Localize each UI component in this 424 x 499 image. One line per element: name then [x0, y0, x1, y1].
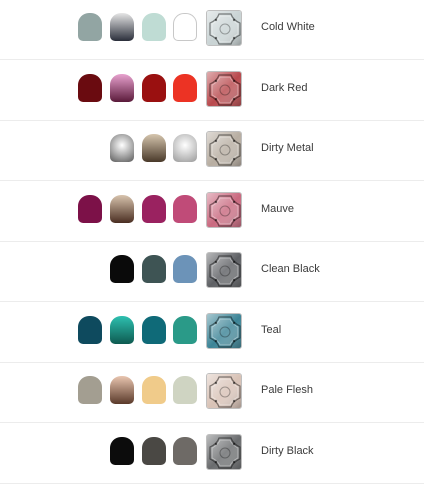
paint-pot-icon: [110, 134, 134, 162]
paint-pot-icon: [173, 316, 197, 344]
scheme-row-cold-white[interactable]: Cold White: [0, 0, 424, 60]
paint-pot-icon: [110, 255, 134, 283]
scheme-name: Dirty Black: [261, 445, 314, 457]
base-preview-thumbnail: [206, 373, 242, 409]
base-preview-thumbnail: [206, 192, 242, 228]
paint-pot-icon: [78, 316, 102, 344]
paint-pot-icon: [110, 376, 134, 404]
paint-pot-icon: [142, 134, 166, 162]
scheme-name: Clean Black: [261, 263, 320, 275]
scheme-row-mauve[interactable]: Mauve: [0, 182, 424, 242]
scheme-name: Teal: [261, 324, 282, 336]
paint-pot-icon: [142, 13, 166, 41]
scheme-name: Mauve: [261, 203, 295, 215]
paint-pot-icon: [142, 74, 166, 102]
paint-pot-icon: [110, 316, 134, 344]
paint-pot-icon: [110, 74, 134, 102]
paint-pot-icon: [78, 195, 102, 223]
base-preview-thumbnail: [206, 313, 242, 349]
scheme-row-teal[interactable]: Teal: [0, 303, 424, 363]
paint-pot-icon: [173, 376, 197, 404]
paint-pot-icon: [78, 13, 102, 41]
paint-pot-icon: [173, 195, 197, 223]
paint-pot-icon: [110, 195, 134, 223]
paint-scheme-list: Cold White Dark Red Dirty Metal Mauve Cl…: [0, 0, 424, 499]
paint-pot-icon: [142, 255, 166, 283]
scheme-name: Cold White: [261, 21, 315, 33]
paint-pot-icon: [173, 13, 197, 41]
scheme-name: Dirty Metal: [261, 142, 314, 154]
paint-pot-icon: [78, 376, 102, 404]
paint-pot-icon: [173, 437, 197, 465]
paint-pot-icon: [173, 134, 197, 162]
scheme-name: Dark Red: [261, 82, 308, 94]
base-preview-thumbnail: [206, 434, 242, 470]
base-preview-thumbnail: [206, 252, 242, 288]
paint-pot-icon: [78, 74, 102, 102]
base-preview-thumbnail: [206, 71, 242, 107]
base-preview-thumbnail: [206, 10, 242, 46]
paint-pot-icon: [110, 437, 134, 465]
scheme-row-clean-black[interactable]: Clean Black: [0, 242, 424, 302]
paint-pot-icon: [142, 195, 166, 223]
scheme-name: Pale Flesh: [261, 384, 313, 396]
scheme-row-dirty-metal[interactable]: Dirty Metal: [0, 121, 424, 181]
paint-pot-icon: [142, 376, 166, 404]
paint-pot-icon: [173, 255, 197, 283]
base-preview-thumbnail: [206, 131, 242, 167]
scheme-row-pale-flesh[interactable]: Pale Flesh: [0, 363, 424, 423]
paint-pot-icon: [173, 74, 197, 102]
paint-pot-icon: [142, 316, 166, 344]
scheme-row-dark-red[interactable]: Dark Red: [0, 61, 424, 121]
scheme-row-dirty-black[interactable]: Dirty Black: [0, 424, 424, 484]
paint-pot-icon: [142, 437, 166, 465]
paint-pot-icon: [110, 13, 134, 41]
